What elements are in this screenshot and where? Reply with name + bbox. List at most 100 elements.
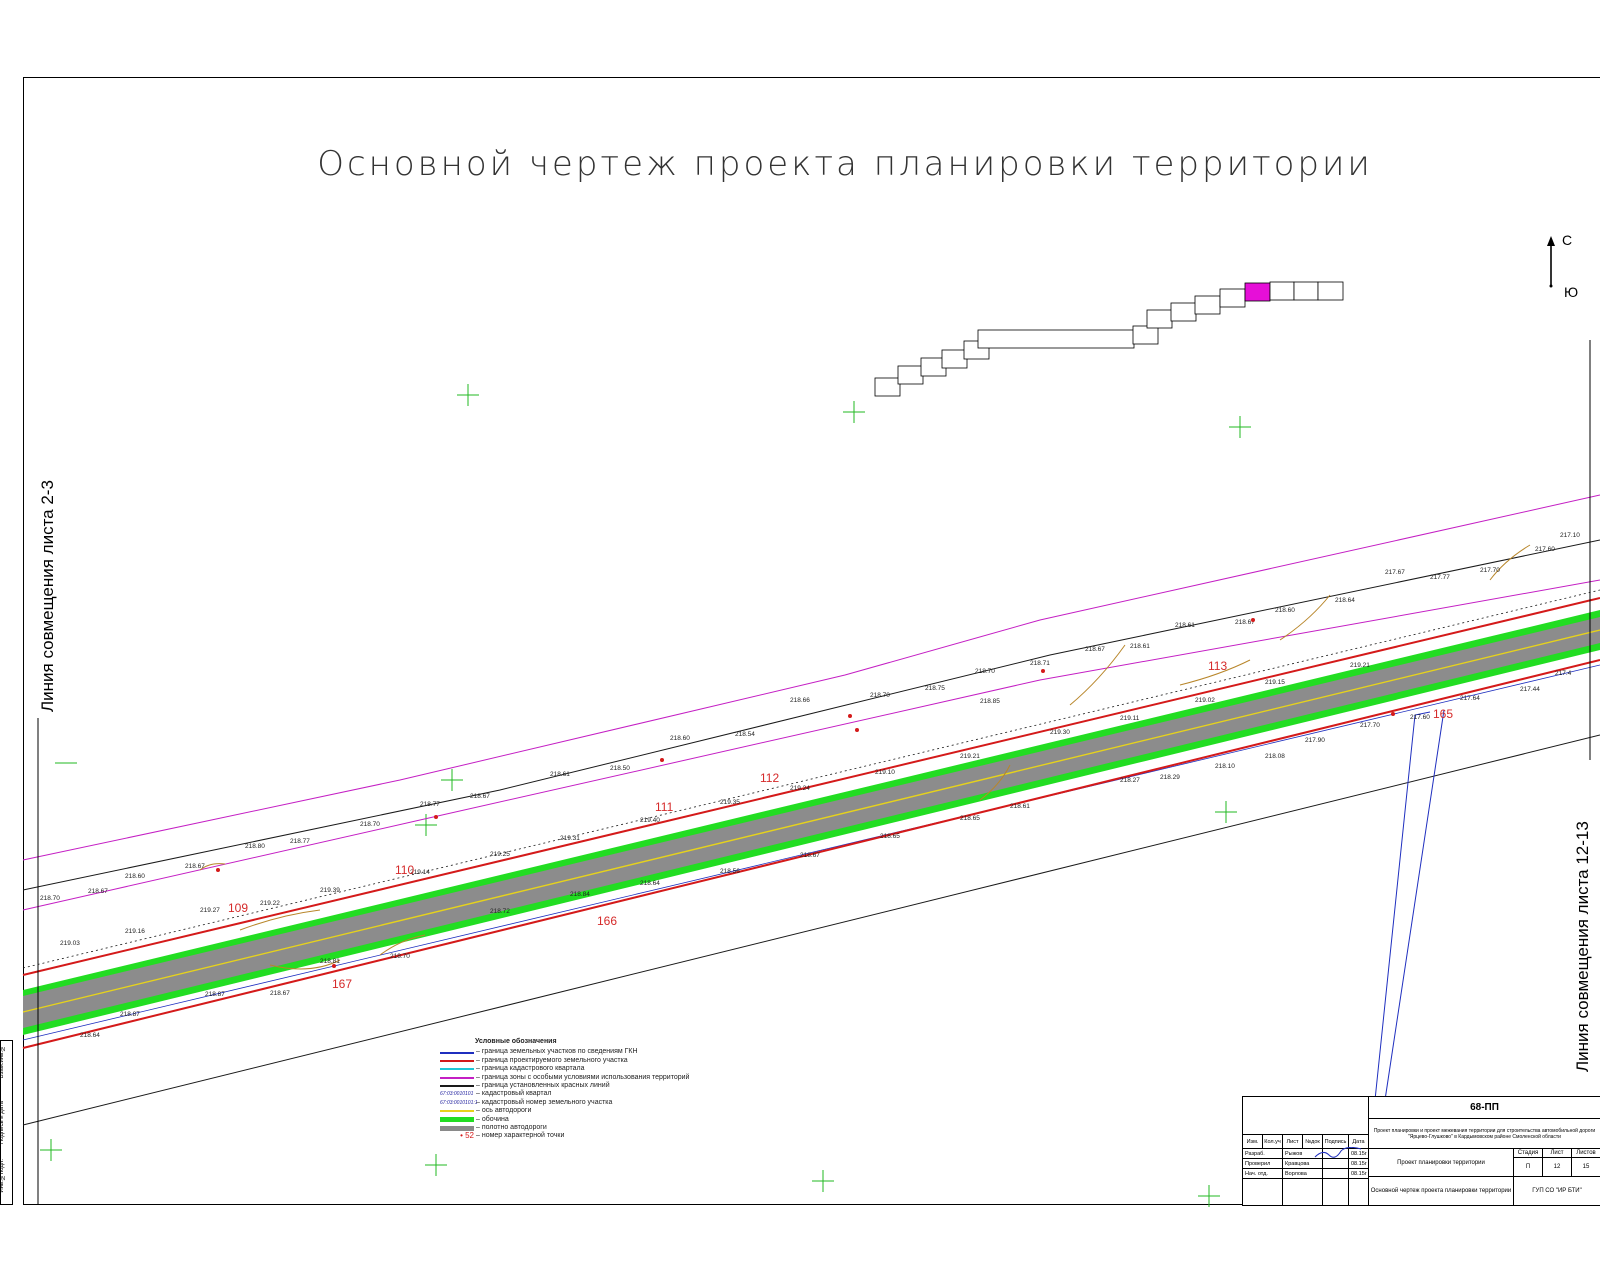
stamp-sheet: 12 bbox=[1543, 1158, 1572, 1177]
svg-text:218.81: 218.81 bbox=[320, 958, 340, 965]
sheet-index-cell[interactable] bbox=[1132, 325, 1159, 345]
legend-swatch bbox=[440, 1059, 474, 1062]
svg-text:218.66: 218.66 bbox=[790, 697, 810, 704]
svg-text:217.70: 217.70 bbox=[1480, 567, 1500, 574]
sheet-index-cell[interactable] bbox=[1219, 288, 1246, 308]
sheet-index-cell[interactable] bbox=[1194, 295, 1221, 315]
svg-text:219.16: 219.16 bbox=[125, 928, 145, 935]
svg-text:218.67: 218.67 bbox=[185, 863, 205, 870]
sheet-index-cell[interactable] bbox=[874, 377, 901, 397]
svg-text:218.64: 218.64 bbox=[640, 880, 660, 887]
svg-text:218.70: 218.70 bbox=[870, 692, 890, 699]
svg-text:218.10: 218.10 bbox=[1215, 763, 1235, 770]
svg-text:218.70: 218.70 bbox=[360, 821, 380, 828]
svg-text:217.10: 217.10 bbox=[1560, 532, 1580, 539]
svg-text:218.60: 218.60 bbox=[1275, 607, 1295, 614]
sheet-index-cell[interactable] bbox=[941, 349, 968, 369]
svg-text:218.61: 218.61 bbox=[1010, 803, 1030, 810]
title-block: 68-ПП Проект планировки и проект межеван… bbox=[1242, 1096, 1600, 1206]
legend-swatch: 67:03:0010101 bbox=[440, 1091, 474, 1098]
svg-text:218.65: 218.65 bbox=[880, 833, 900, 840]
stamp-project: Проект планировки и проект межевания тер… bbox=[1369, 1119, 1600, 1149]
svg-text:218.87: 218.87 bbox=[205, 991, 225, 998]
svg-text:219.03: 219.03 bbox=[60, 940, 80, 947]
svg-text:218.61: 218.61 bbox=[1175, 622, 1195, 629]
stamp-stage-label: Стадия bbox=[1514, 1149, 1543, 1158]
legend-label: – граница кадастрового квартала bbox=[476, 1065, 585, 1073]
legend-label: – обочина bbox=[476, 1115, 509, 1123]
plan-drawing: 218.70 218.67 218.60 218.67 218.80 218.77 2… bbox=[22, 281, 1600, 1207]
sheet-index-current[interactable] bbox=[1244, 282, 1271, 302]
svg-text:218.77: 218.77 bbox=[420, 801, 440, 808]
side-strip-cell: Подпись и дата bbox=[0, 1101, 5, 1145]
stamp-stage: П bbox=[1514, 1158, 1543, 1177]
svg-text:218.70: 218.70 bbox=[975, 668, 995, 675]
sheet-index-cell[interactable] bbox=[1293, 281, 1319, 301]
svg-text:218.67: 218.67 bbox=[470, 793, 490, 800]
sheet-index-cell[interactable] bbox=[977, 329, 1135, 349]
svg-text:218.29: 218.29 bbox=[1160, 774, 1180, 781]
road-label-167: 167 bbox=[332, 977, 352, 991]
legend-label: – номер характерной точки bbox=[476, 1132, 565, 1140]
svg-text:217.70: 217.70 bbox=[1360, 722, 1380, 729]
svg-text:218.77: 218.77 bbox=[290, 838, 310, 845]
stamp-sheets-label: Листов bbox=[1572, 1149, 1600, 1158]
legend-item: – граница проектируемого земельного учас… bbox=[440, 1057, 740, 1065]
left-match-line-label: Линия совмещения листа 2-3 bbox=[38, 480, 57, 712]
svg-text:217.4: 217.4 bbox=[1555, 670, 1572, 677]
legend-swatch bbox=[440, 1076, 474, 1079]
stamp-empty-cell bbox=[1283, 1179, 1323, 1206]
sheet-index-cell[interactable] bbox=[897, 365, 924, 385]
signature-mark bbox=[1314, 1147, 1362, 1158]
svg-text:218.54: 218.54 bbox=[735, 731, 755, 738]
svg-text:219.31: 219.31 bbox=[560, 835, 580, 842]
svg-text:217.67: 217.67 bbox=[1385, 569, 1405, 576]
stamp-row-role: Разраб. bbox=[1243, 1149, 1283, 1159]
svg-text:218.64: 218.64 bbox=[80, 1032, 100, 1039]
svg-text:219.02: 219.02 bbox=[1195, 697, 1215, 704]
side-strip-cell: Инв.№подл. bbox=[0, 1159, 5, 1193]
sheet-index-cell[interactable] bbox=[1170, 302, 1197, 322]
sheet-index-cell[interactable] bbox=[1146, 309, 1173, 329]
legend-swatch bbox=[440, 1117, 474, 1123]
legend-label: – кадастровый квартал bbox=[476, 1090, 552, 1098]
svg-text:217.60: 217.60 bbox=[1410, 714, 1430, 721]
svg-text:219.30: 219.30 bbox=[1050, 729, 1070, 736]
svg-text:218.50: 218.50 bbox=[610, 765, 630, 772]
legend-item: – граница кадастрового квартала bbox=[440, 1065, 740, 1073]
legend: Условные обозначения – граница земельных… bbox=[440, 1038, 740, 1141]
svg-text:218.67: 218.67 bbox=[800, 852, 820, 859]
stamp-empty-cell bbox=[1243, 1179, 1283, 1206]
svg-text:218.08: 218.08 bbox=[1265, 753, 1285, 760]
svg-text:218.70: 218.70 bbox=[390, 953, 410, 960]
legend-label: – кадастровый номер земельного участка bbox=[476, 1098, 613, 1106]
road-label-109: 109 bbox=[228, 901, 248, 915]
stamp-sheet-label: Лист bbox=[1543, 1149, 1572, 1158]
svg-text:219.40: 219.40 bbox=[640, 817, 660, 824]
legend-item: – ось автодороги bbox=[440, 1107, 740, 1115]
legend-items: – граница земельных участков по сведения… bbox=[440, 1048, 740, 1140]
stamp-code: 68-ПП bbox=[1369, 1097, 1600, 1119]
svg-text:218.56: 218.56 bbox=[720, 868, 740, 875]
sheet-index bbox=[874, 281, 1344, 397]
stamp-row-signature bbox=[1323, 1169, 1349, 1179]
sheet-index-cell[interactable] bbox=[1317, 281, 1344, 301]
legend-swatch bbox=[440, 1051, 474, 1054]
svg-text:219.22: 219.22 bbox=[260, 900, 280, 907]
svg-text:218.64: 218.64 bbox=[1335, 597, 1355, 604]
road-label-165: 165 bbox=[1433, 707, 1453, 721]
sheet-index-cell[interactable] bbox=[1269, 281, 1295, 301]
legend-item: – обочина bbox=[440, 1116, 740, 1124]
stamp-header: Лист bbox=[1283, 1135, 1303, 1149]
stamp-empty-cell bbox=[1349, 1179, 1369, 1206]
svg-text:217.60: 217.60 bbox=[1535, 546, 1555, 553]
road-label-166: 166 bbox=[597, 914, 617, 928]
svg-text:219.15: 219.15 bbox=[1265, 679, 1285, 686]
svg-text:218.27: 218.27 bbox=[1120, 777, 1140, 784]
stamp-row-name: Ворлова bbox=[1283, 1169, 1323, 1179]
stamp-header: Кол.уч bbox=[1263, 1135, 1283, 1149]
svg-text:219.39: 219.39 bbox=[320, 887, 340, 894]
legend-swatch bbox=[440, 1110, 474, 1113]
compass-south: Ю bbox=[1564, 284, 1579, 300]
legend-item: 67:03:0010101:1– кадастровый номер земел… bbox=[440, 1099, 740, 1107]
